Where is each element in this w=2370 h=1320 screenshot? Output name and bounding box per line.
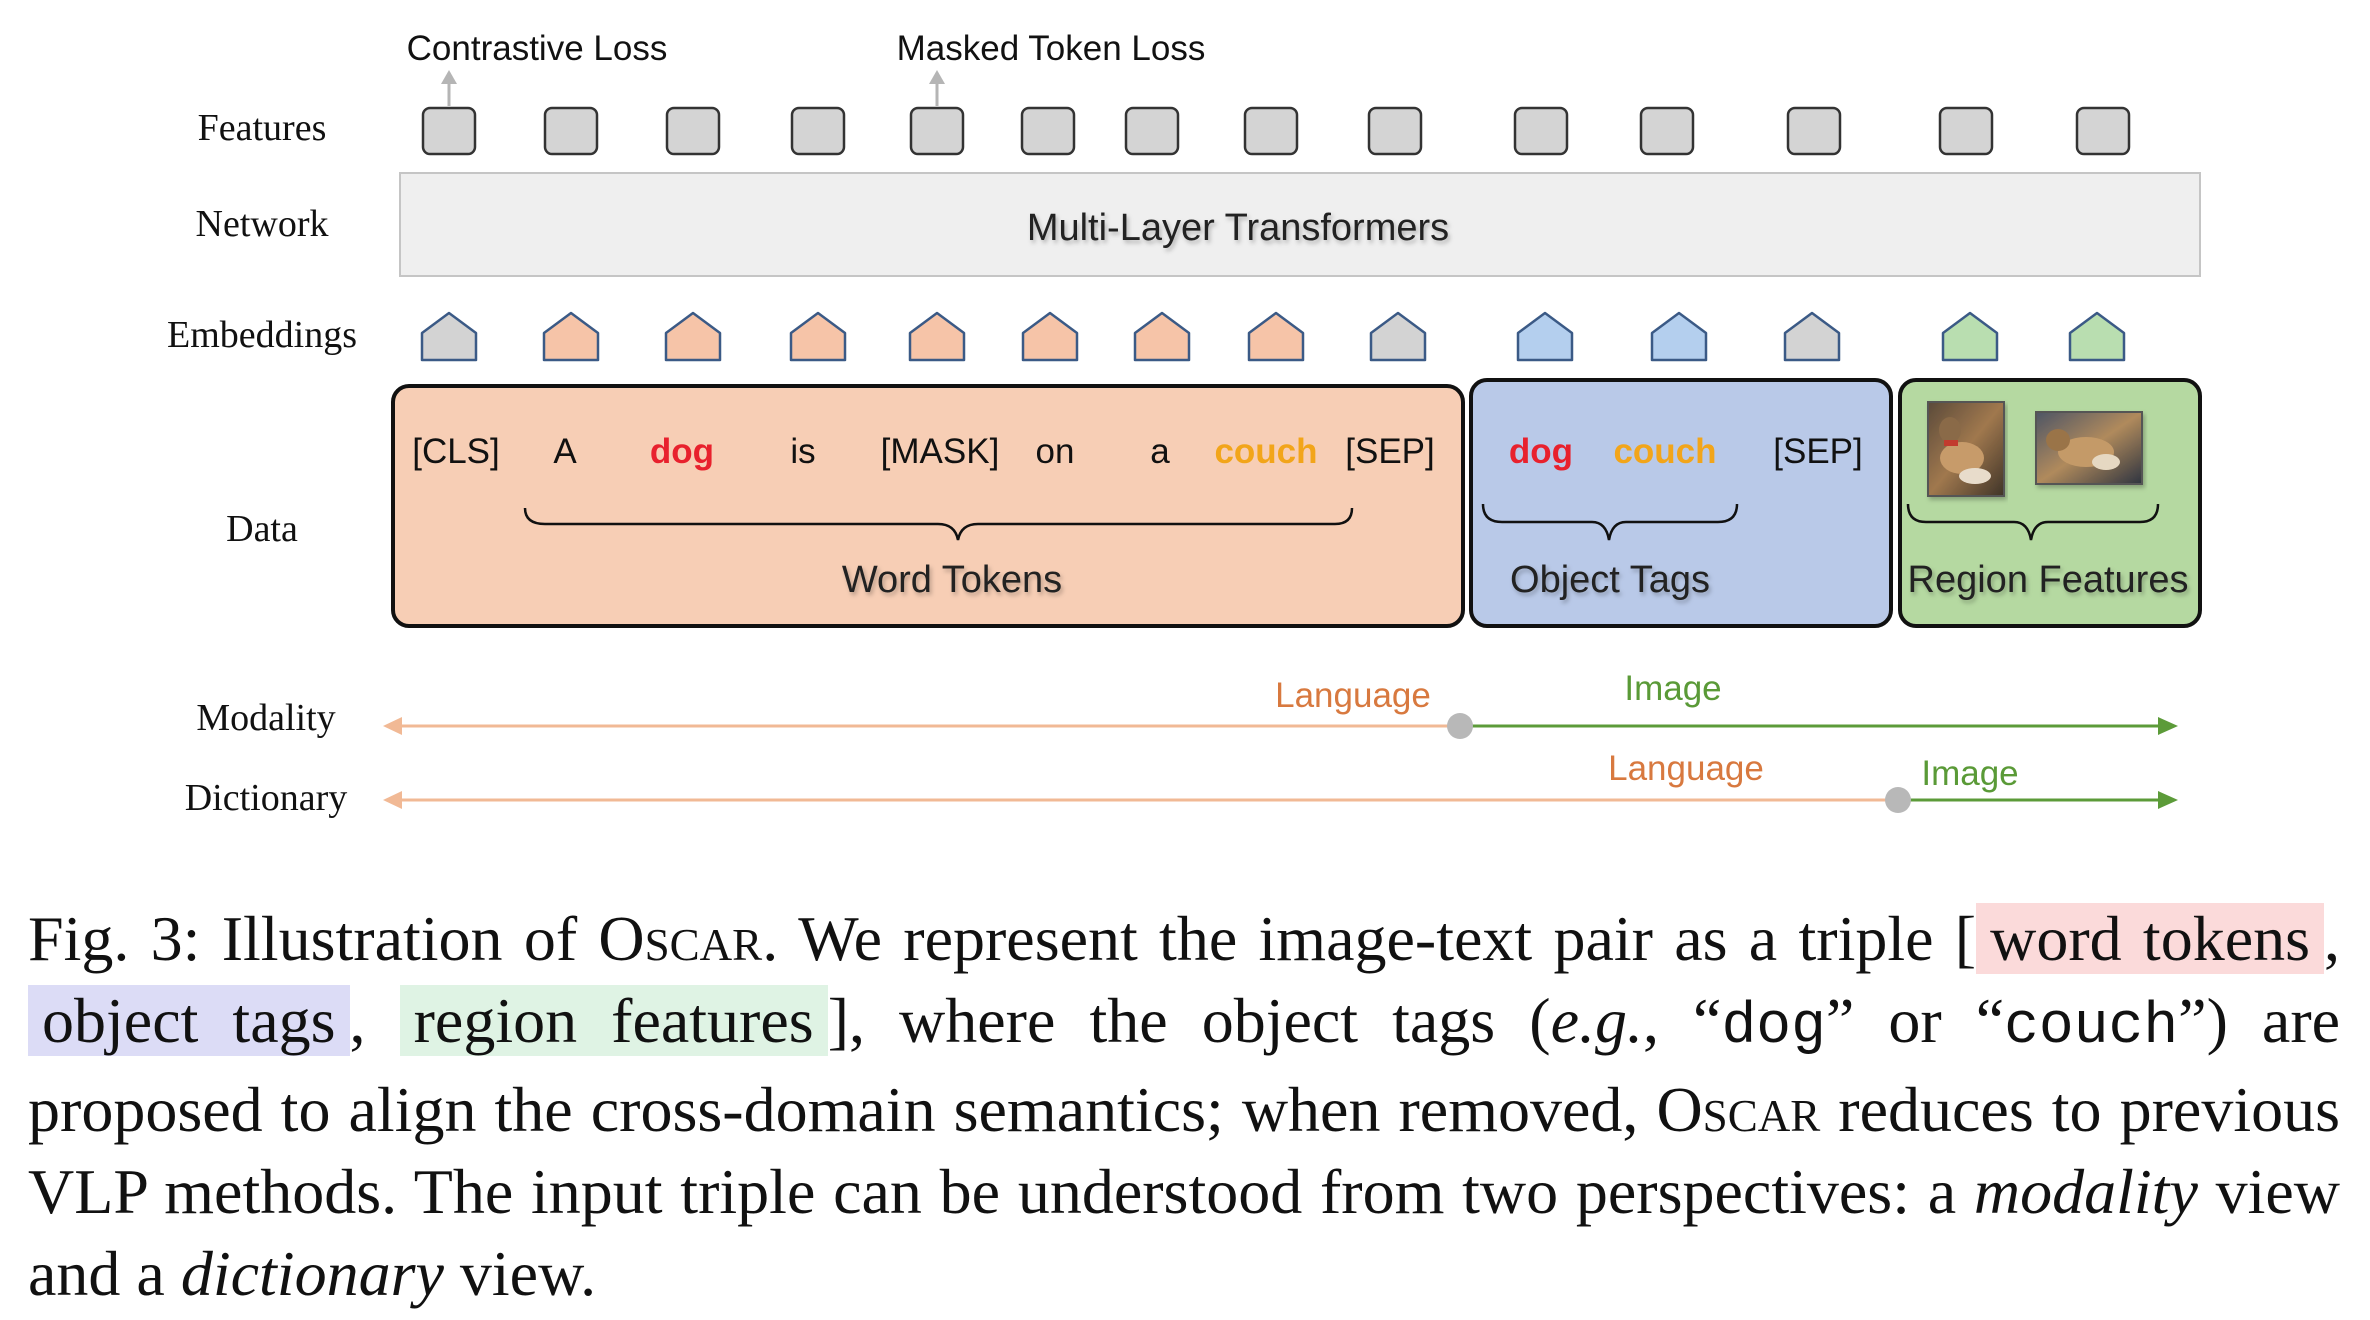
embedding-pentagon <box>1369 311 1427 362</box>
feature-box <box>1786 106 1842 156</box>
oscar-diagram: Features Network Embeddings Data Modalit… <box>167 29 2202 819</box>
row-label-data: Data <box>226 508 298 550</box>
dictionary-left-arrowhead <box>383 791 402 809</box>
feature-outputs <box>421 106 2131 156</box>
embedding-pentagon <box>1650 311 1708 362</box>
modality-split-point <box>1447 713 1473 739</box>
dictionary-split-point <box>1885 787 1911 813</box>
row-label-network: Network <box>196 203 329 245</box>
word-token: dog <box>650 432 714 471</box>
row-label-dictionary: Dictionary <box>185 777 348 819</box>
feature-box <box>790 106 846 156</box>
word-token: couch <box>1214 432 1317 471</box>
contrastive-loss-label: Contrastive Loss <box>407 29 668 68</box>
row-label-embeddings: Embeddings <box>167 314 357 356</box>
caption-text: Illustration of <box>200 903 599 974</box>
masked-token-loss-arrow <box>929 70 945 106</box>
feature-box <box>1243 106 1299 156</box>
object-tag-token: [SEP] <box>1773 432 1862 471</box>
feature-box <box>909 106 965 156</box>
feature-box <box>1124 106 1180 156</box>
word-token: A <box>553 432 577 471</box>
dictionary-axis <box>383 787 2178 813</box>
caption-text: view. <box>443 1238 597 1309</box>
modality-axis <box>383 713 2178 739</box>
embedding-pentagon <box>1133 311 1191 362</box>
embedding-pentagon <box>664 311 722 362</box>
embedding-pentagon <box>1247 311 1305 362</box>
caption-oscar: Oscar <box>598 903 763 974</box>
region-photo-2 <box>2035 411 2143 485</box>
caption-code-couch: couch <box>2004 995 2179 1060</box>
word-token: on <box>1036 432 1075 471</box>
word-token: is <box>790 432 815 471</box>
object-tags-group-label: Object Tags <box>1510 559 1710 601</box>
caption-dictionary-word: dictionary <box>180 1238 444 1309</box>
embedding-pentagon <box>420 311 478 362</box>
region-photo-1 <box>1927 401 2005 497</box>
embedding-pentagon <box>542 311 600 362</box>
row-label-features: Features <box>198 107 327 149</box>
dictionary-image-label: Image <box>1921 754 2018 793</box>
dictionary-right-arrowhead <box>2158 791 2178 809</box>
caption-fig-number: Fig. 3: <box>28 903 201 974</box>
caption-modality-word: modality <box>1973 1156 2198 1227</box>
feature-box <box>421 106 477 156</box>
contrastive-loss-arrow <box>441 70 457 106</box>
dictionary-language-label: Language <box>1608 749 1764 788</box>
caption-text: ” or “ <box>1825 985 2005 1056</box>
embedding-pentagon <box>789 311 847 362</box>
caption-text: . We represent the image-text pair as a … <box>762 903 1977 974</box>
object-tag-token: couch <box>1613 432 1716 471</box>
figure-page: Features Network Embeddings Data Modalit… <box>0 0 2370 1320</box>
word-tokens-group-label: Word Tokens <box>842 559 1062 601</box>
masked-token-loss-label: Masked Token Loss <box>897 29 1206 68</box>
feature-box <box>543 106 599 156</box>
feature-box <box>1938 106 1994 156</box>
caption-highlight-object-tags: object tags <box>28 985 350 1056</box>
word-token: [SEP] <box>1345 432 1434 471</box>
word-token: [CLS] <box>412 432 500 471</box>
modality-right-arrowhead <box>2158 717 2178 735</box>
word-token: a <box>1150 432 1170 471</box>
caption-text: , <box>349 985 400 1056</box>
embedding-pentagon <box>908 311 966 362</box>
feature-box <box>1367 106 1423 156</box>
object-tag-token: dog <box>1509 432 1573 471</box>
embedding-pentagon <box>1516 311 1574 362</box>
region-features-group-label: Region Features <box>1908 559 2189 601</box>
feature-box <box>1020 106 1076 156</box>
caption-oscar: Oscar <box>1656 1074 1821 1145</box>
caption-code-dog: dog <box>1721 995 1826 1060</box>
feature-box <box>665 106 721 156</box>
caption-highlight-word-tokens: word tokens <box>1976 903 2325 974</box>
caption-eg: e.g. <box>1550 985 1643 1056</box>
feature-box <box>1513 106 1569 156</box>
object-tag-list: dog couch [SEP] <box>1509 432 1863 471</box>
embedding-pentagon <box>2068 311 2126 362</box>
modality-left-arrowhead <box>383 717 402 735</box>
feature-box <box>2075 106 2131 156</box>
word-token: [MASK] <box>881 432 1000 471</box>
caption-text: , “ <box>1643 985 1722 1056</box>
caption-text: ], where the object tags ( <box>827 985 1551 1056</box>
caption-text: , <box>2324 903 2341 974</box>
figure-caption: Fig. 3: Illustration of Oscar. We repres… <box>28 898 2340 1315</box>
transformer-label: Multi-Layer Transformers <box>1027 207 1449 249</box>
modality-language-label: Language <box>1275 676 1431 715</box>
feature-box <box>1639 106 1695 156</box>
embedding-pentagon <box>1021 311 1079 362</box>
caption-highlight-region-features: region features <box>399 985 828 1056</box>
row-label-modality: Modality <box>196 697 335 739</box>
embeddings-row <box>420 311 2126 362</box>
embedding-pentagon <box>1783 311 1841 362</box>
embedding-pentagon <box>1941 311 1999 362</box>
modality-image-label: Image <box>1624 669 1721 708</box>
word-token-list: [CLS] Adog is [MASK] on a couch [SEP] <box>412 432 1435 471</box>
